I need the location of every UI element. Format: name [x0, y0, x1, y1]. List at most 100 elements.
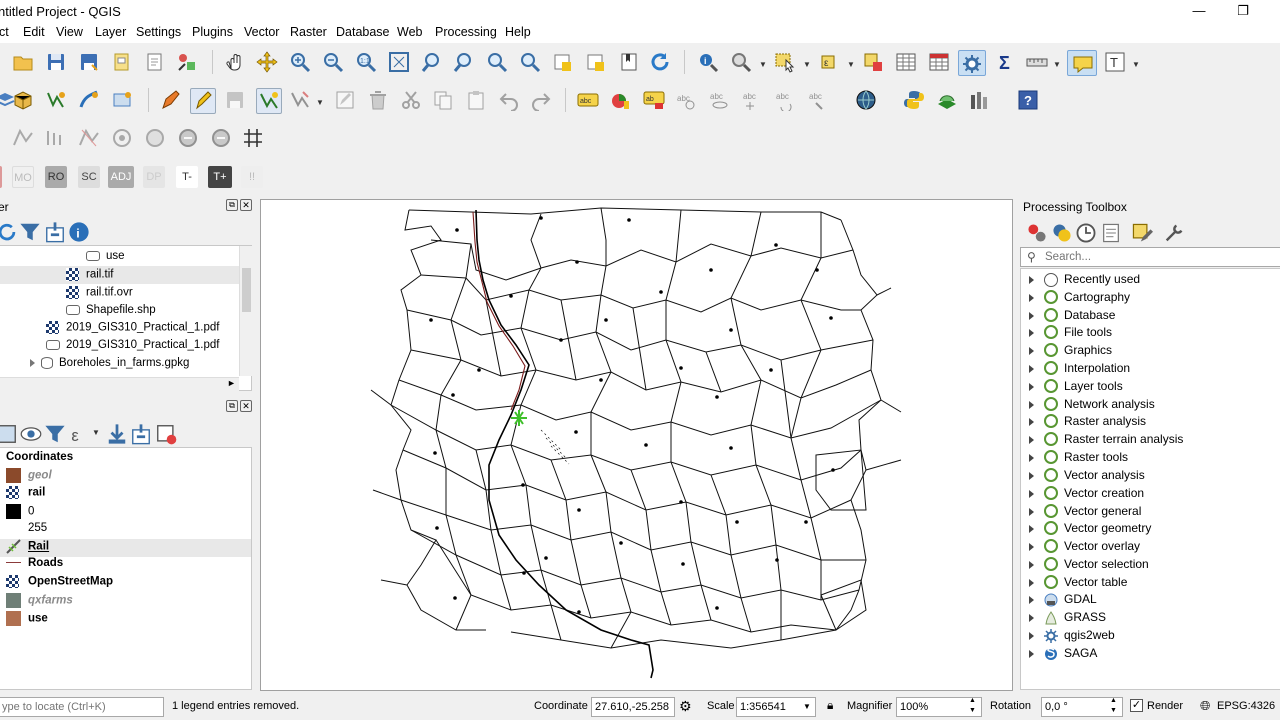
save-layer-edits-icon[interactable]	[224, 89, 246, 111]
locator-input[interactable]	[0, 697, 164, 717]
move-label-icon[interactable]: abc	[742, 89, 764, 111]
expand-arrow-icon[interactable]	[1029, 346, 1034, 355]
expand-arrow-icon[interactable]	[1029, 613, 1034, 622]
menu-processing[interactable]: Processing	[435, 25, 497, 39]
expand-arrow-icon[interactable]	[1029, 489, 1034, 498]
tree-item-raster-tools[interactable]: Raster tools	[1029, 449, 1128, 465]
crs-label[interactable]: EPSG:4326	[1217, 700, 1275, 712]
label-bang-button[interactable]: !!	[241, 166, 263, 188]
python-console-icon[interactable]	[903, 89, 925, 111]
expand-arrow-icon[interactable]	[1029, 524, 1034, 533]
show-hide-labels-icon[interactable]: abc	[709, 89, 731, 111]
tree-item-grass[interactable]: GRASS	[1029, 610, 1106, 625]
tree-item-cartography[interactable]: Cartography	[1029, 289, 1130, 305]
tree-item[interactable]: use	[86, 250, 125, 262]
delete-ring-icon[interactable]	[177, 127, 199, 149]
info-icon[interactable]: i	[68, 221, 89, 242]
zoom-in-icon[interactable]	[289, 51, 311, 73]
new-geopackage-layer-icon[interactable]	[12, 89, 34, 111]
refresh-icon[interactable]	[0, 221, 16, 241]
edit-features-in-place-icon[interactable]	[1131, 222, 1153, 242]
tree-item-vector-general[interactable]: Vector general	[1029, 503, 1141, 519]
attribute-table-icon[interactable]	[895, 51, 917, 73]
menu-database[interactable]: Database	[336, 25, 390, 39]
new-shapefile-layer-icon[interactable]	[45, 89, 67, 111]
undo-icon[interactable]	[498, 89, 520, 112]
models-icon[interactable]	[1026, 222, 1046, 242]
add-ring-icon[interactable]	[111, 127, 133, 149]
current-edits-icon[interactable]	[159, 89, 181, 111]
expand-arrow-icon[interactable]	[1029, 631, 1034, 640]
toggle-extents-icon[interactable]: ⚙	[679, 698, 692, 715]
menu-web[interactable]: Web	[397, 25, 422, 39]
tree-item[interactable]: Boreholes_in_farms.gpkg	[30, 357, 189, 369]
spinner-arrows-icon[interactable]: ▲ ▼	[969, 696, 976, 716]
rotate-label-icon[interactable]: abc	[775, 89, 797, 113]
expand-arrow-icon[interactable]	[1029, 400, 1034, 409]
layout-manager-icon[interactable]	[144, 51, 166, 73]
split-features-icon[interactable]	[78, 127, 100, 149]
tree-item-saga[interactable]: SAGA	[1029, 646, 1097, 661]
label-t-minus-button[interactable]: T-	[176, 166, 198, 188]
sum-icon[interactable]: Σ	[995, 51, 1017, 73]
expand-arrow-icon[interactable]	[1029, 311, 1034, 320]
menu-vector[interactable]: Vector	[244, 25, 279, 39]
tree-item-vector-geometry[interactable]: Vector geometry	[1029, 520, 1151, 536]
close-panel-icon[interactable]: ✕	[240, 199, 252, 211]
layer-roads[interactable]: Roads	[6, 557, 63, 569]
save-project-icon[interactable]	[45, 51, 67, 73]
expand-arrow-icon[interactable]	[1029, 453, 1034, 462]
expand-arrow-icon[interactable]	[1029, 382, 1034, 391]
tree-item-vector-table[interactable]: Vector table	[1029, 574, 1127, 590]
save-as-icon[interactable]	[78, 51, 100, 73]
expand-arrow-icon[interactable]	[1029, 471, 1034, 480]
expand-arrow-icon[interactable]	[1029, 560, 1034, 569]
tree-item-graphics[interactable]: Graphics	[1029, 342, 1112, 358]
layer-coordinates[interactable]: Coordinates	[6, 451, 73, 463]
tree-item-raster-terrain-analysis[interactable]: Raster terrain analysis	[1029, 431, 1183, 447]
new-temporary-layer-icon[interactable]	[111, 89, 133, 111]
chevron-down-icon[interactable]: ▼	[803, 698, 811, 716]
zoom-native-icon[interactable]: 1:1	[355, 51, 377, 73]
zoom-to-layer-icon[interactable]	[453, 51, 475, 73]
pin-labels-icon[interactable]: ab	[643, 89, 665, 111]
paste-features-icon[interactable]	[465, 89, 487, 111]
tree-item[interactable]: 2019_GIS310_Practical_1.pdf	[46, 339, 219, 351]
label-adj-button[interactable]: ADJ	[108, 166, 134, 188]
plugin-manager-icon[interactable]	[936, 89, 958, 111]
layer-use[interactable]: use	[6, 611, 48, 626]
map-canvas[interactable]	[260, 199, 1013, 691]
expand-arrow-icon[interactable]	[1029, 293, 1034, 302]
menu-help[interactable]: Help	[505, 25, 531, 39]
tree-item-vector-analysis[interactable]: Vector analysis	[1029, 467, 1145, 483]
render-checkbox[interactable]: ✓	[1130, 699, 1143, 712]
layer-labeling-icon[interactable]: abc	[577, 89, 599, 111]
highlight-pinned-labels-icon[interactable]: abc	[676, 89, 698, 111]
expand-arrow-icon[interactable]	[1029, 275, 1034, 284]
measure-line-icon[interactable]	[1026, 51, 1048, 73]
layer-openstreetmap[interactable]: OpenStreetMap	[6, 575, 113, 588]
chevron-down-icon[interactable]: ▼	[803, 60, 811, 69]
expand-arrow-icon[interactable]	[1029, 507, 1034, 516]
tree-item[interactable]: rail.tif	[66, 268, 113, 281]
modify-attributes-icon[interactable]	[334, 89, 356, 111]
toggle-editing-icon[interactable]	[190, 88, 216, 114]
chevron-down-icon[interactable]: ▼	[1132, 60, 1140, 69]
tree-item-database[interactable]: Database	[1029, 307, 1115, 323]
processing-search-input[interactable]	[1045, 249, 1275, 265]
layer-rail[interactable]: rail	[6, 486, 45, 499]
chevron-down-icon[interactable]: ▼	[847, 60, 855, 69]
tree-item[interactable]: rail.tif.ovr	[66, 286, 133, 299]
filter-expression-icon[interactable]: ε	[70, 423, 86, 445]
spinner-arrows-icon[interactable]: ▲ ▼	[1110, 696, 1117, 716]
zoom-to-selection-icon[interactable]	[421, 51, 443, 73]
delete-selected-icon[interactable]	[367, 89, 389, 111]
expand-arrow-icon[interactable]	[1029, 578, 1034, 587]
text-annotation-icon[interactable]: T	[1104, 51, 1126, 73]
restore-button[interactable]: ❐	[1220, 2, 1266, 22]
rotation-field[interactable]: 0,0 ° ▲ ▼	[1041, 697, 1123, 717]
filter-icon[interactable]	[19, 221, 40, 241]
expand-arrow-icon[interactable]	[1029, 417, 1034, 426]
offset-curve-icon[interactable]	[45, 127, 67, 149]
menu-edit[interactable]: Edit	[23, 25, 45, 39]
